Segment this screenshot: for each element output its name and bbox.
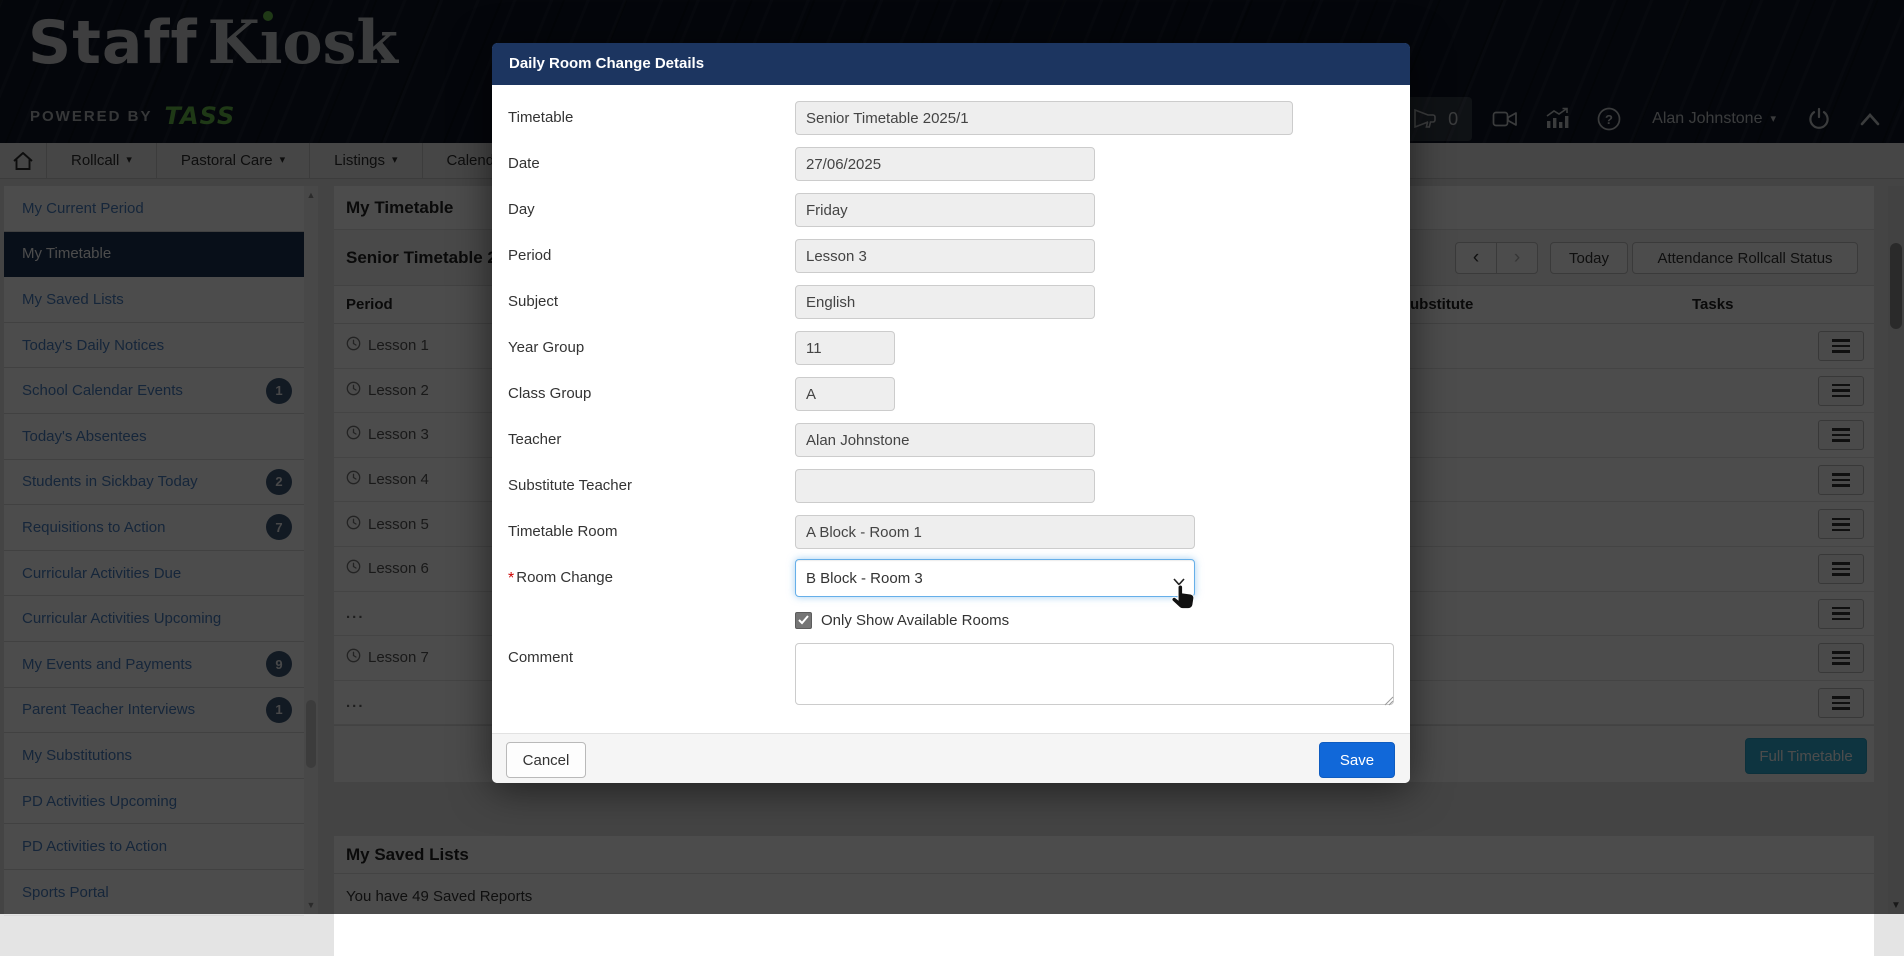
save-button[interactable]: Save: [1319, 742, 1395, 778]
year-group-row: Year Group: [492, 325, 1410, 371]
comment-label: Comment: [508, 649, 573, 666]
room-change-label: *Room Change: [508, 555, 613, 602]
day-input[interactable]: [795, 193, 1095, 227]
date-label: Date: [508, 141, 540, 187]
substitute-teacher-label: Substitute Teacher: [508, 463, 632, 509]
timetable-row: Timetable: [492, 95, 1410, 141]
year-group-label: Year Group: [508, 325, 584, 371]
timetable-room-input[interactable]: [795, 515, 1195, 549]
mouse-cursor-hand: [1170, 584, 1196, 619]
class-group-input[interactable]: [795, 377, 895, 411]
modal-header: Daily Room Change Details: [492, 43, 1410, 85]
substitute-teacher-row: Substitute Teacher: [492, 463, 1410, 509]
period-label: Period: [508, 233, 551, 279]
room-change-value: B Block - Room 3: [806, 570, 923, 587]
comment-row: Comment: [492, 641, 1410, 733]
subject-label: Subject: [508, 279, 558, 325]
modal-footer: Cancel Save: [492, 733, 1410, 783]
day-label: Day: [508, 187, 535, 233]
teacher-input[interactable]: [795, 423, 1095, 457]
timetable-room-label: Timetable Room: [508, 509, 617, 555]
class-group-row: Class Group: [492, 371, 1410, 417]
only-available-rooms-row: Only Show Available Rooms: [492, 601, 1410, 641]
only-available-rooms-label: Only Show Available Rooms: [821, 601, 1009, 641]
only-available-rooms-checkbox[interactable]: [795, 612, 812, 629]
comment-textarea[interactable]: [795, 643, 1394, 705]
modal-title: Daily Room Change Details: [509, 43, 704, 85]
required-asterisk: *: [508, 570, 514, 587]
cancel-button[interactable]: Cancel: [506, 742, 586, 778]
teacher-row: Teacher: [492, 417, 1410, 463]
date-row: Date: [492, 141, 1410, 187]
teacher-label: Teacher: [508, 417, 561, 463]
year-group-input[interactable]: [795, 331, 895, 365]
timetable-label: Timetable: [508, 95, 573, 141]
subject-row: Subject: [492, 279, 1410, 325]
timetable-input[interactable]: [795, 101, 1293, 135]
period-row: Period: [492, 233, 1410, 279]
day-row: Day: [492, 187, 1410, 233]
subject-input[interactable]: [795, 285, 1095, 319]
daily-room-change-modal: Daily Room Change Details TimetableDateD…: [492, 43, 1410, 783]
period-input[interactable]: [795, 239, 1095, 273]
timetable-room-row: Timetable Room: [492, 509, 1410, 555]
resize-grip-icon[interactable]: [1384, 693, 1394, 711]
room-change-row: *Room Change B Block - Room 3: [492, 555, 1410, 601]
date-input[interactable]: [795, 147, 1095, 181]
room-change-select[interactable]: B Block - Room 3: [795, 559, 1195, 597]
class-group-label: Class Group: [508, 371, 591, 417]
substitute-teacher-input[interactable]: [795, 469, 1095, 503]
